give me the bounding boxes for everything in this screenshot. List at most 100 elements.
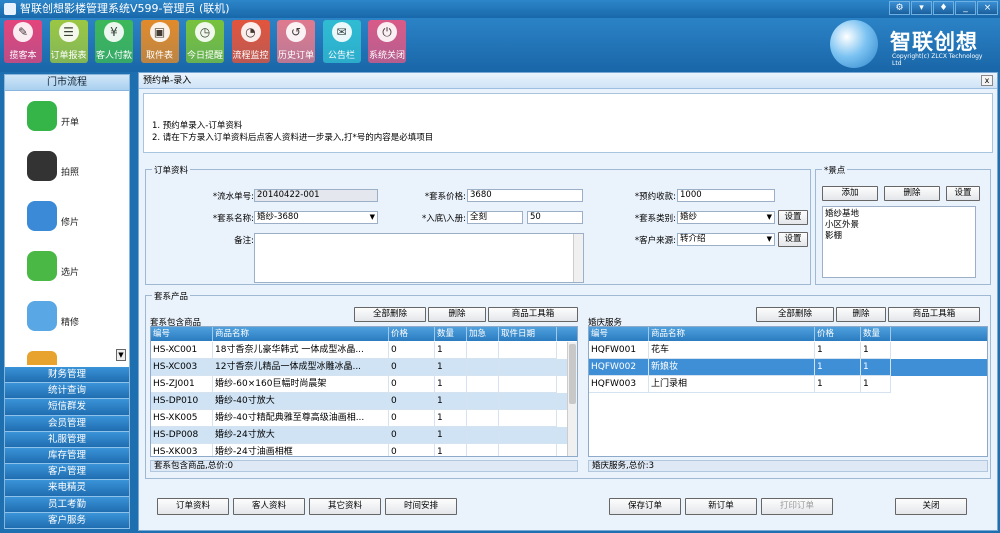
toolbar-button[interactable]: ◷ 今日提醒 (186, 20, 224, 63)
delete-product-button[interactable]: 删除 (428, 307, 486, 322)
column-header[interactable]: 加急 (467, 327, 499, 341)
column-header[interactable]: 编号 (151, 327, 213, 341)
sidebar-menu-item[interactable]: 库存管理 (5, 447, 129, 465)
close-icon[interactable]: × (977, 1, 998, 15)
column-header[interactable]: 取件日期 (499, 327, 557, 341)
save-order-button[interactable]: 保存订单 (609, 498, 681, 515)
toolbar-button[interactable]: ↺ 历史订单 (277, 20, 315, 63)
package-name-select[interactable]: 婚纱-3680 ▼ (254, 211, 378, 224)
order-info-button[interactable]: 订单资料 (157, 498, 229, 515)
price-field[interactable]: 3680 (467, 189, 583, 202)
customer-info-button[interactable]: 客人资料 (233, 498, 305, 515)
sidebar-item[interactable]: 修片 (27, 201, 127, 241)
table-row[interactable]: HS-XK003 婚纱-24寸油画相框 0 1 (151, 444, 577, 456)
sidebar-item[interactable]: 拍照 (27, 151, 127, 191)
scene-list[interactable]: 婚纱基地 小区外景 影棚 (822, 206, 976, 278)
table-row[interactable]: HS-DP010 婚纱-40寸放大 0 1 (151, 393, 577, 410)
sidebar-menu-item[interactable]: 礼服管理 (5, 431, 129, 448)
table-row[interactable]: HQFW001 花车 1 1 (589, 342, 987, 359)
type-settings-button[interactable]: 设置 (778, 210, 808, 225)
toolbar-button-label: 公告栏 (327, 51, 355, 61)
toolbar-button[interactable]: ☰ 订单报表 (49, 20, 88, 63)
source-settings-button[interactable]: 设置 (778, 232, 808, 247)
sidebar-menu-item[interactable]: 员工考勤 (5, 496, 129, 513)
sidebar-menu-item[interactable]: 短信群发 (5, 399, 129, 416)
sidebar-item[interactable]: 选片 (27, 251, 127, 291)
base-field[interactable]: 全刻 (467, 211, 523, 224)
table-cell: 婚纱-40寸精配典雅至尊高级油画相... (213, 410, 389, 427)
toolbar-button[interactable]: ¥ 客人付款 (95, 20, 133, 63)
scrollbar[interactable] (573, 234, 583, 282)
column-header[interactable]: 商品名称 (649, 327, 815, 341)
notes-textarea[interactable] (254, 233, 584, 283)
table-cell: HQFW002 (589, 359, 649, 376)
scene-delete-button[interactable]: 删除 (884, 186, 940, 201)
panel-close-button[interactable]: x (981, 75, 993, 86)
new-order-button[interactable]: 新订单 (685, 498, 757, 515)
table-row[interactable]: HQFW002 新娘妆 1 1 (589, 359, 987, 376)
column-header[interactable]: 商品名称 (213, 327, 389, 341)
list-item[interactable]: 婚纱基地 (825, 209, 975, 220)
table-cell (467, 359, 499, 376)
table-row[interactable]: HQFW003 上门录相 1 1 (589, 376, 987, 393)
album-field[interactable]: 50 (527, 211, 583, 224)
table-row[interactable]: HS-ZJ001 婚纱-60×160巨幅时尚晨架 0 1 (151, 376, 577, 393)
table-cell: 婚纱-60×160巨幅时尚晨架 (213, 376, 389, 393)
table-row[interactable]: HS-XC003 12寸香奈儿精品一体成型冰雕冰晶... 0 1 (151, 359, 577, 376)
table-cell: 12寸香奈儿精品一体成型冰雕冰晶... (213, 359, 389, 376)
source-select[interactable]: 转介绍 ▼ (677, 233, 775, 246)
shirt-icon[interactable]: ♦ (933, 1, 954, 15)
table-row[interactable]: HS-XC001 18寸香奈儿豪华韩式 一体成型冰晶... 0 1 (151, 342, 577, 359)
scene-add-button[interactable]: 添加 (822, 186, 878, 201)
sidebar-item[interactable]: 精修 (27, 301, 127, 341)
sidebar-item[interactable]: 开单 (27, 101, 127, 141)
sidebar-menu-item[interactable]: 客户管理 (5, 464, 129, 481)
other-info-button[interactable]: 其它资料 (309, 498, 381, 515)
table-row[interactable]: HS-XK005 婚纱-40寸精配典雅至尊高级油画相... 0 1 (151, 410, 577, 427)
skin-icon[interactable]: ▾ (911, 1, 932, 15)
settings-icon[interactable]: ⚙ (889, 1, 910, 15)
scrollbar[interactable] (567, 342, 577, 456)
sidebar-menu-item[interactable]: 来电精灵 (5, 480, 129, 497)
deposit-label: *预约收款: (634, 192, 676, 202)
table-cell: 花车 (649, 342, 815, 359)
schedule-button[interactable]: 时间安排 (385, 498, 457, 515)
package-products-total: 套系包含商品,总价:0 (150, 460, 578, 472)
column-header[interactable]: 价格 (815, 327, 861, 341)
service-toolbox-button[interactable]: 商品工具箱 (888, 307, 980, 322)
sidebar-item-label: 精修 (61, 318, 80, 328)
type-select[interactable]: 婚纱 ▼ (677, 211, 775, 224)
toolbar-button-label: 今日提醒 (186, 51, 223, 61)
deposit-field[interactable]: 1000 (677, 189, 775, 202)
pickup-icon: ▣ (149, 22, 170, 42)
sidebar-menu-item[interactable]: 统计查询 (5, 383, 129, 400)
print-order-button[interactable]: 打印订单 (761, 498, 833, 515)
toolbar-button[interactable]: ◔ 流程监控 (231, 20, 270, 63)
toolbar-button[interactable]: ▣ 取件表 (140, 20, 179, 63)
monitor-icon: ◔ (240, 22, 261, 42)
column-header[interactable]: 编号 (589, 327, 649, 341)
toolbar-button[interactable]: ✎ 揽客本 (4, 20, 42, 63)
list-item[interactable]: 影棚 (825, 231, 975, 242)
column-header[interactable]: 数量 (435, 327, 467, 341)
serial-field[interactable]: 20140422-001 (254, 189, 378, 202)
product-toolbox-button[interactable]: 商品工具箱 (488, 307, 578, 322)
toolbar-button[interactable]: ✉ 公告栏 (322, 20, 361, 63)
delete-all-services-button[interactable]: 全部删除 (756, 307, 834, 322)
scrollbar-thumb[interactable] (569, 344, 576, 404)
sidebar-menu-item[interactable]: 财务管理 (5, 367, 129, 384)
scene-settings-button[interactable]: 设置 (946, 186, 980, 201)
minimize-icon[interactable]: _ (955, 1, 976, 15)
delete-all-products-button[interactable]: 全部删除 (354, 307, 426, 322)
close-button[interactable]: 关闭 (895, 498, 967, 515)
column-header[interactable]: 数量 (861, 327, 891, 341)
list-item[interactable]: 小区外景 (825, 220, 975, 231)
select-value: 婚纱-3680 (257, 212, 299, 222)
delete-service-button[interactable]: 删除 (836, 307, 886, 322)
scroll-down-icon[interactable]: ▼ (116, 349, 126, 361)
toolbar-button[interactable]: ⏻ 系统关闭 (368, 20, 406, 63)
sidebar-menu-item[interactable]: 客户服务 (5, 512, 129, 529)
sidebar-menu-item[interactable]: 会员管理 (5, 415, 129, 432)
column-header[interactable]: 价格 (389, 327, 435, 341)
table-row[interactable]: HS-DP008 婚纱-24寸放大 0 1 (151, 427, 577, 444)
